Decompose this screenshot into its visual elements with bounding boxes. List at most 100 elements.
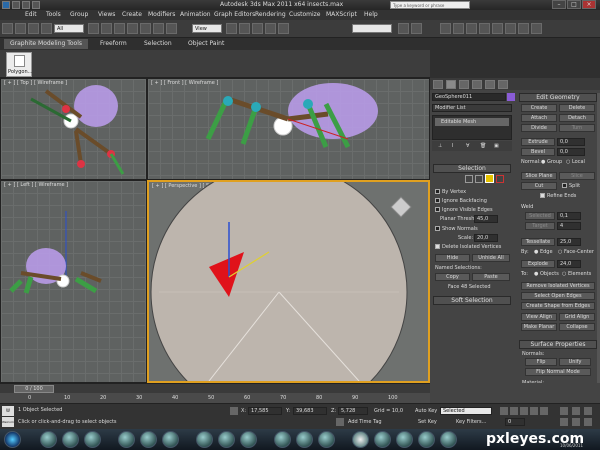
stack-item-editable-mesh[interactable]: Editable Mesh (435, 118, 509, 126)
menu-create[interactable]: Create (122, 11, 142, 18)
tab-graphite-modeling-tools[interactable]: Graphite Modeling Tools (4, 39, 89, 49)
remove-modifier-icon[interactable]: 🗑 (480, 143, 486, 149)
flip-button[interactable]: Flip (525, 358, 557, 366)
snap-icon[interactable] (239, 23, 250, 34)
extrude-field[interactable]: 0,0 (557, 138, 585, 146)
extrude-button[interactable]: Extrude (521, 138, 555, 146)
pivot-icon[interactable] (226, 23, 237, 34)
go-to-start-icon[interactable] (500, 407, 508, 415)
taskbar-app-13-icon[interactable] (374, 431, 391, 448)
remove-isolated-button[interactable]: Remove Isolated Vertices (521, 282, 595, 290)
undo-button-icon[interactable] (2, 23, 13, 34)
taskbar-app-15-icon[interactable] (418, 431, 435, 448)
taskbar-app-6-icon[interactable] (162, 431, 179, 448)
redo-button-icon[interactable] (15, 23, 26, 34)
taskbar-app-8-icon[interactable] (218, 431, 235, 448)
add-time-tag[interactable]: Add Time Tag (348, 419, 382, 425)
taskbar-app-7-icon[interactable] (196, 431, 213, 448)
create-shape-button[interactable]: Create Shape from Edges (521, 302, 595, 310)
move-icon[interactable] (140, 23, 151, 34)
tessellate-face-center-radio[interactable]: ○ Face-Center (558, 249, 594, 255)
graphite-toggle-icon[interactable] (453, 23, 464, 34)
fov-icon[interactable] (560, 418, 568, 426)
z-coordinate-field[interactable]: 5,728 (338, 407, 368, 415)
select-object-icon[interactable] (88, 23, 99, 34)
taskbar-3dsmax-icon[interactable] (352, 431, 369, 448)
viewcube-icon[interactable] (389, 192, 417, 220)
face-mode-icon[interactable] (485, 174, 494, 183)
close-icon[interactable]: × (582, 0, 596, 9)
delete-isolated-checkbox[interactable]: Delete Isolated Vertices (435, 244, 501, 250)
flip-normal-mode-button[interactable]: Flip Normal Mode (525, 368, 591, 376)
view-align-button[interactable]: View Align (521, 313, 557, 321)
viewport-left[interactable]: [ + ] [ Left ] [ Wireframe ] (0, 180, 147, 383)
motion-tab-icon[interactable] (472, 80, 482, 89)
auto-key-button[interactable]: Auto Key (415, 408, 437, 414)
grid-align-button[interactable]: Grid Align (559, 313, 595, 321)
menu-customize[interactable]: Customize (289, 11, 321, 18)
display-tab-icon[interactable] (485, 80, 495, 89)
ref-coord-dropdown[interactable]: View (192, 24, 222, 33)
hide-button[interactable]: Hide (435, 254, 470, 262)
taskbar-app-5-icon[interactable] (140, 431, 157, 448)
explode-field[interactable]: 24,0 (557, 260, 581, 268)
tab-object-paint[interactable]: Object Paint (182, 39, 230, 49)
soft-selection-rollout[interactable]: Soft Selection (433, 296, 511, 305)
link-icon[interactable] (28, 23, 39, 34)
curve-editor-icon[interactable] (466, 23, 477, 34)
time-slider-thumb[interactable]: 0 / 100 (14, 385, 54, 393)
create-tab-icon[interactable] (433, 80, 443, 89)
taskbar-app-16-icon[interactable] (440, 431, 457, 448)
quick-open-icon[interactable] (12, 1, 20, 9)
weld-target-field[interactable]: 4 (557, 222, 581, 230)
menu-maxscript[interactable]: MAXScript (326, 11, 357, 18)
weld-selected-button[interactable]: Selected (525, 212, 555, 220)
zoom-icon[interactable] (560, 407, 568, 415)
selection-rollout-header[interactable]: Selection (433, 164, 511, 173)
modify-tab-icon[interactable] (446, 80, 456, 89)
create-button[interactable]: Create (521, 104, 557, 112)
minimize-icon[interactable]: – (552, 0, 566, 9)
quick-save-icon[interactable] (22, 1, 30, 9)
rotate-icon[interactable] (153, 23, 164, 34)
app-icon[interactable] (2, 1, 10, 9)
menu-help[interactable]: Help (364, 11, 378, 18)
configure-sets-icon[interactable]: ▣ (494, 143, 499, 149)
scale-icon[interactable] (166, 23, 177, 34)
prev-frame-icon[interactable] (510, 407, 518, 415)
normal-local-radio[interactable]: ○ Local (566, 159, 585, 165)
search-input[interactable]: Type a keyword or phrase (390, 1, 470, 9)
material-editor-icon[interactable] (492, 23, 503, 34)
unify-button[interactable]: Unify (559, 358, 591, 366)
weld-target-button[interactable]: Target (525, 222, 555, 230)
pan-icon[interactable] (572, 418, 580, 426)
menu-animation[interactable]: Animation (180, 11, 211, 18)
object-name-field[interactable]: GeoSphere011 (432, 93, 506, 101)
percent-snap-icon[interactable] (265, 23, 276, 34)
polygon-modeling-button[interactable]: Polygon... (6, 52, 32, 77)
planar-thresh-field[interactable]: 45,0 (474, 215, 498, 223)
vertex-mode-icon[interactable] (465, 175, 473, 183)
viewport-top[interactable]: [ + ] [ Top ] [ Wireframe ] (0, 78, 147, 180)
key-filters-button[interactable]: Key Filters... (456, 419, 486, 425)
zoom-extents-icon[interactable] (584, 407, 592, 415)
modifier-list-dropdown[interactable]: Modifier List (432, 104, 512, 112)
next-frame-icon[interactable] (530, 407, 538, 415)
y-coordinate-field[interactable]: 39,683 (293, 407, 327, 415)
divide-button[interactable]: Divide (521, 124, 557, 132)
pin-stack-icon[interactable]: ⊥ (438, 143, 442, 149)
undo-icon[interactable] (32, 1, 40, 9)
taskbar-app-14-icon[interactable] (396, 431, 413, 448)
viewport-perspective[interactable]: [ + ] [ Perspective ] [ Smooth + Highlig… (147, 180, 430, 383)
show-end-result-icon[interactable]: Ι (452, 143, 453, 149)
taskbar-app-11-icon[interactable] (296, 431, 313, 448)
explode-objects-radio[interactable]: ● Objects (534, 271, 559, 277)
tab-selection[interactable]: Selection (138, 39, 178, 49)
tessellate-field[interactable]: 25,0 (557, 238, 581, 246)
maxscript-listener-icon[interactable]: W (2, 406, 14, 416)
select-open-edges-button[interactable]: Select Open Edges (521, 292, 595, 300)
turn-button[interactable]: Turn (559, 124, 595, 132)
split-checkbox[interactable]: Split (562, 183, 580, 189)
mirror-icon[interactable] (398, 23, 409, 34)
unhide-all-button[interactable]: Unhide All (472, 254, 510, 262)
